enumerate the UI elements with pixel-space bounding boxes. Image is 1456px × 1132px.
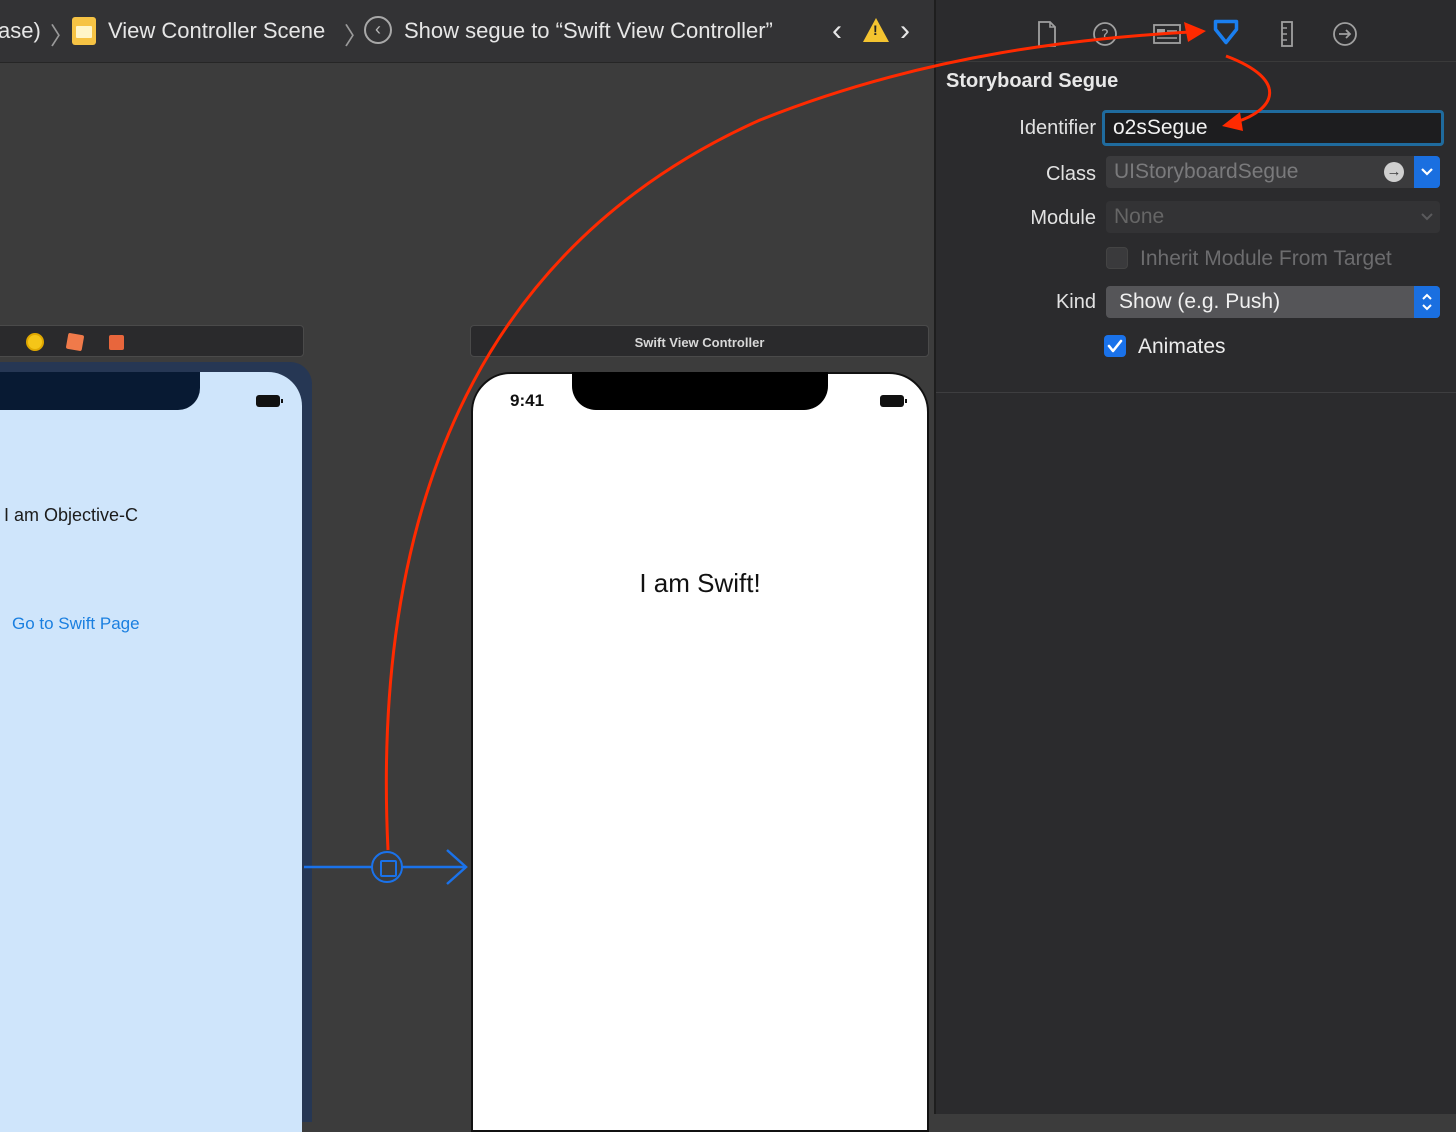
inspector-divider <box>936 392 1456 393</box>
module-label: Module <box>1030 207 1096 229</box>
kind-stepper-button[interactable] <box>1414 286 1440 318</box>
kind-value: Show (e.g. Push) <box>1119 290 1281 313</box>
section-title: Storyboard Segue <box>946 70 1119 92</box>
kind-popup[interactable]: Show (e.g. Push) <box>1106 286 1440 318</box>
chevron-down-icon <box>1421 213 1433 221</box>
size-icon[interactable] <box>1274 20 1300 48</box>
module-dropdown-button[interactable] <box>1414 201 1440 233</box>
class-value: UIStoryboardSegue <box>1114 160 1299 183</box>
svg-text:?: ? <box>1101 26 1109 44</box>
module-field[interactable]: None <box>1106 201 1440 233</box>
up-down-chevron-icon <box>1422 293 1432 311</box>
jump-bar: ase) 〉 View Controller Scene 〉 ‹ Show se… <box>0 0 934 63</box>
class-dropdown-button[interactable] <box>1414 156 1440 188</box>
file-icon[interactable] <box>1034 20 1060 48</box>
segue-back-icon: ‹ <box>364 16 392 44</box>
chevron-down-icon <box>1421 168 1433 176</box>
inherit-module-checkbox[interactable] <box>1106 247 1128 269</box>
breadcrumb-separator: 〉 <box>50 23 74 50</box>
class-field[interactable]: UIStoryboardSegue → <box>1106 156 1440 188</box>
connections-icon[interactable] <box>1332 20 1358 48</box>
warning-icon[interactable]: ! <box>863 18 889 42</box>
breadcrumb-segue[interactable]: Show segue to “Swift View Controller” <box>404 18 773 44</box>
go-to-class-icon[interactable]: → <box>1384 162 1404 182</box>
breadcrumb-scene[interactable]: View Controller Scene <box>108 18 325 44</box>
class-label: Class <box>1045 163 1096 185</box>
attributes-icon[interactable] <box>1210 18 1242 46</box>
next-issue-button[interactable]: › <box>900 14 910 48</box>
animates-checkbox[interactable] <box>1104 335 1126 357</box>
inspector-panel: ? Storyboard Segue Identifier o2sSegue C… <box>934 0 1456 1114</box>
inspector-tab-bar: ? <box>936 0 1456 62</box>
quick-help-icon[interactable]: ? <box>1092 20 1118 48</box>
breadcrumb-partial[interactable]: ase) <box>0 18 41 44</box>
identifier-label: Identifier <box>1019 117 1096 139</box>
animates-label: Animates <box>1138 335 1226 358</box>
segue-icon[interactable] <box>371 851 403 883</box>
segue-connection <box>304 849 468 885</box>
inherit-module-label: Inherit Module From Target <box>1140 247 1392 270</box>
module-value: None <box>1114 205 1165 228</box>
previous-issue-button[interactable]: ‹ <box>832 14 842 48</box>
identifier-field[interactable]: o2sSegue <box>1102 110 1444 146</box>
kind-label: Kind <box>1055 291 1096 313</box>
scene-icon <box>72 17 96 45</box>
identity-icon[interactable] <box>1152 20 1182 48</box>
checkmark-icon <box>1107 339 1123 353</box>
